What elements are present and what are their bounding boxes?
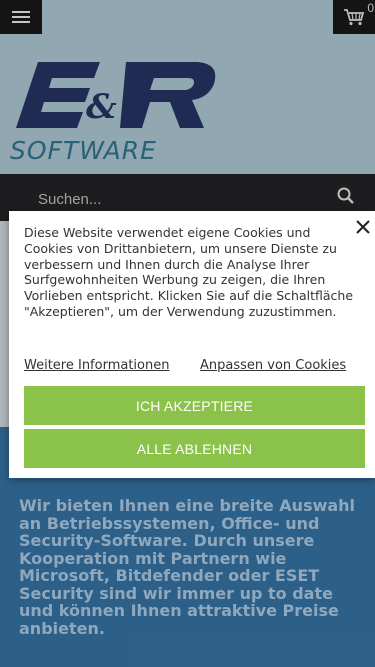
- cookie-text: Diese Website verwendet eigene Cookies u…: [24, 225, 354, 319]
- adjust-cookies-link[interactable]: Anpassen von Cookies: [200, 358, 346, 373]
- accept-button[interactable]: ICH AKZEPTIERE: [24, 386, 365, 425]
- decline-all-button[interactable]: ALLE ABLEHNEN: [24, 429, 365, 468]
- close-icon[interactable]: [355, 219, 371, 235]
- more-info-link[interactable]: Weitere Informationen: [24, 358, 169, 373]
- intro-text: Wir bieten Ihnen eine breite Auswahl an …: [19, 496, 356, 638]
